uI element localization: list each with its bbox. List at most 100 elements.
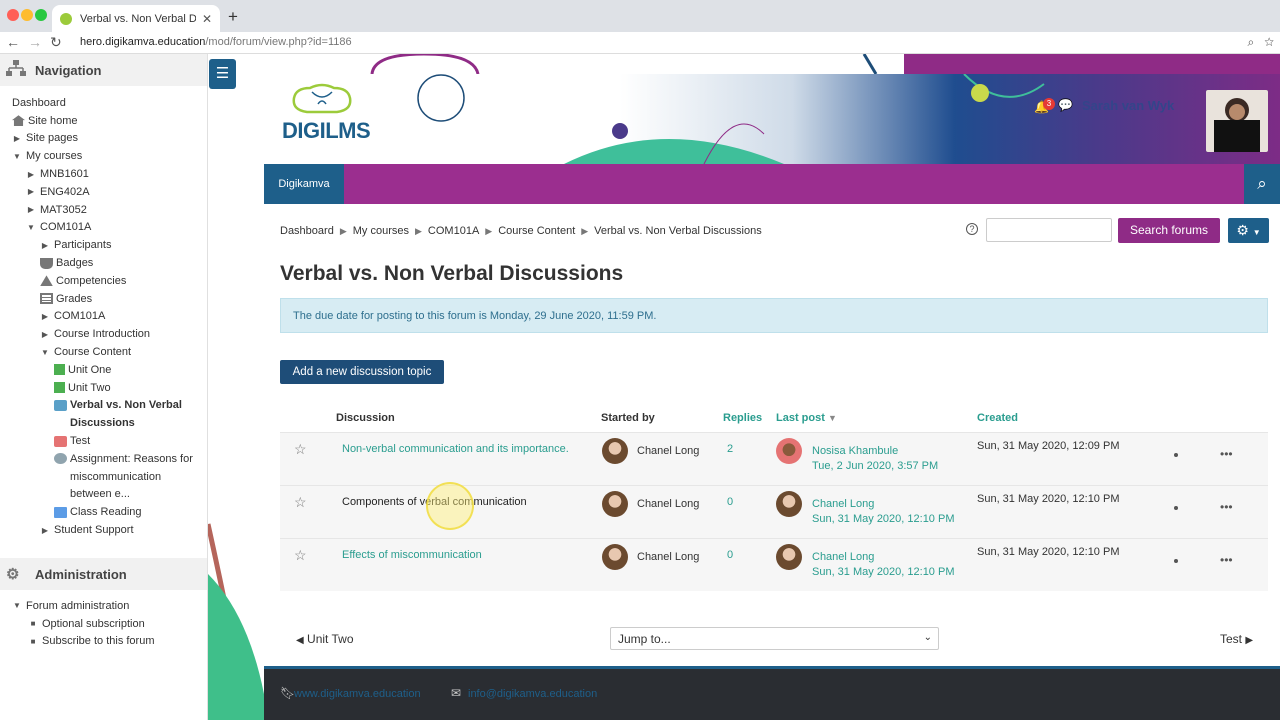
starter-name[interactable]: Chanel Long — [637, 551, 699, 563]
minimize-window-button[interactable] — [21, 9, 33, 21]
star-icon[interactable]: ☆ — [294, 547, 307, 564]
last-post-author[interactable]: Chanel Long — [812, 498, 874, 510]
replies-count[interactable]: 0 — [727, 496, 733, 508]
menu-brand-link[interactable]: Digikamva — [264, 164, 344, 204]
last-post-author[interactable]: Chanel Long — [812, 551, 874, 563]
message-icon[interactable]: 💬 — [1058, 98, 1073, 112]
search-icon[interactable]: ⌕ — [1244, 164, 1280, 204]
search-forums-input[interactable] — [986, 218, 1112, 242]
nav-label: Unit One — [68, 363, 112, 376]
last-post-date[interactable]: Sun, 31 May 2020, 12:10 PM — [812, 513, 954, 525]
avatar[interactable] — [776, 544, 802, 570]
footer-website-link[interactable]: www.digikamva.education — [294, 688, 421, 700]
nav-item-section[interactable]: ▼ Course Content — [0, 343, 207, 361]
close-window-button[interactable] — [7, 9, 19, 21]
nav-item-forum-current-cont[interactable]: Discussions — [0, 414, 207, 432]
breadcrumb-item[interactable]: Verbal vs. Non Verbal Discussions — [594, 225, 762, 237]
breadcrumb-item[interactable]: Dashboard — [280, 225, 334, 237]
assignment-icon — [54, 453, 67, 465]
star-icon[interactable]: ☆ — [294, 441, 307, 458]
more-actions-icon[interactable]: ••• — [1220, 447, 1233, 461]
nav-item-assignment[interactable]: Assignment: Reasons for — [0, 450, 207, 468]
nav-item-course[interactable]: ▶ MAT3052 — [0, 201, 207, 219]
nav-item-course[interactable]: ▶ MNB1601 — [0, 165, 207, 183]
more-actions-icon[interactable]: ••• — [1220, 553, 1233, 567]
last-post-author[interactable]: Nosisa Khambule — [812, 445, 898, 457]
forward-icon[interactable]: → — [28, 34, 42, 50]
column-header-last-post[interactable]: Last post ▼ — [776, 412, 837, 424]
nav-item-assignment-cont[interactable]: between e... — [0, 486, 207, 504]
nav-item-grades[interactable]: Grades — [0, 290, 207, 308]
nav-item-unit-two[interactable]: Unit Two — [0, 379, 207, 397]
nav-item-dashboard[interactable]: Dashboard — [0, 94, 207, 112]
nav-item-course[interactable]: ▶ ENG402A — [0, 183, 207, 201]
breadcrumb-item[interactable]: Course Content — [498, 225, 575, 237]
nav-label: Grades — [56, 292, 93, 305]
new-tab-icon[interactable]: + — [228, 7, 238, 27]
star-icon[interactable]: ☆ — [294, 494, 307, 511]
breadcrumb-item[interactable]: COM101A — [428, 225, 479, 237]
discussion-link[interactable]: Effects of miscommunication — [342, 549, 482, 561]
browser-tab[interactable]: Verbal vs. Non Verbal Discussio ✕ — [52, 5, 220, 32]
admin-item-forum-admin[interactable]: ▼ Forum administration — [0, 597, 207, 615]
zoom-icon[interactable]: ⌕ ☆ — [1247, 35, 1274, 50]
nav-label: Discussions — [70, 417, 135, 430]
breadcrumb-item[interactable]: My courses — [353, 225, 409, 237]
replies-count[interactable]: 0 — [727, 549, 733, 561]
add-discussion-button[interactable]: Add a new discussion topic — [280, 360, 444, 384]
nav-item-participants[interactable]: ▶ Participants — [0, 236, 207, 254]
nav-item-student-support[interactable]: ▶ Student Support — [0, 521, 207, 539]
search-forums-button[interactable]: Search forums — [1118, 218, 1220, 243]
site-logo[interactable]: DIGILMS — [282, 118, 371, 144]
user-menu-name[interactable]: Sarah van Wyk — [1082, 98, 1174, 113]
last-post-date[interactable]: Tue, 2 Jun 2020, 3:57 PM — [812, 460, 938, 472]
previous-activity-link[interactable]: ◀ Unit Two — [296, 632, 354, 646]
chevron-down-icon: ▼ — [41, 347, 49, 357]
sort-desc-icon: ▼ — [827, 413, 837, 423]
avatar[interactable] — [776, 438, 802, 464]
nav-item-section[interactable]: ▶ Course Introduction — [0, 325, 207, 343]
next-activity-link[interactable]: Test ▶ — [1220, 632, 1253, 646]
avatar[interactable] — [602, 438, 628, 464]
maximize-window-button[interactable] — [35, 9, 47, 21]
nav-item-course-current[interactable]: ▼ COM101A — [0, 219, 207, 237]
starter-name[interactable]: Chanel Long — [637, 445, 699, 457]
jump-to-select[interactable]: Jump to... ⌄ — [610, 627, 939, 650]
main-region: ☰ DIGILMS 🔔 3 💬 Sarah van Wyk Digikamva … — [208, 54, 1280, 720]
close-tab-icon[interactable]: ✕ — [202, 12, 212, 26]
admin-item-subscribe[interactable]: ■ Subscribe to this forum — [0, 633, 207, 651]
avatar[interactable] — [602, 544, 628, 570]
nav-item-site-home[interactable]: Site home — [0, 112, 207, 130]
reload-icon[interactable]: ↻ — [50, 34, 62, 51]
nav-item-my-courses[interactable]: ▼ My courses — [0, 147, 207, 165]
help-icon[interactable]: ? — [966, 223, 978, 235]
nav-item-badges[interactable]: Badges — [0, 254, 207, 272]
replies-count[interactable]: 2 — [727, 443, 733, 455]
nav-item-test[interactable]: Test — [0, 432, 207, 450]
nav-item-site-pages[interactable]: ▶ Site pages — [0, 130, 207, 148]
admin-item-optional-subscription[interactable]: ■ Optional subscription — [0, 615, 207, 633]
back-icon[interactable]: ← — [6, 34, 20, 50]
nav-item-forum-current[interactable]: Verbal vs. Non Verbal — [0, 397, 207, 415]
nav-label: COM101A — [54, 310, 106, 323]
last-post-date[interactable]: Sun, 31 May 2020, 12:10 PM — [812, 566, 954, 578]
nav-item-class-reading[interactable]: Class Reading — [0, 503, 207, 521]
url-field[interactable]: hero.digikamva.education/mod/forum/view.… — [80, 36, 352, 48]
column-header-replies[interactable]: Replies — [723, 412, 762, 424]
nav-item-assignment-cont[interactable]: miscommunication — [0, 468, 207, 486]
nav-item-competencies[interactable]: Competencies — [0, 272, 207, 290]
avatar[interactable] — [776, 491, 802, 517]
nav-item-unit-one[interactable]: Unit One — [0, 361, 207, 379]
chevron-down-icon: ⌄ — [923, 632, 932, 643]
logo-lms: LMS — [325, 118, 371, 143]
user-avatar[interactable] — [1206, 90, 1268, 152]
nav-item-section[interactable]: ▶ COM101A — [0, 308, 207, 326]
drawer-toggle-button[interactable]: ☰ — [209, 59, 236, 89]
footer-email-link[interactable]: info@digikamva.education — [468, 688, 597, 700]
settings-menu-button[interactable]: ⚙ ▼ — [1228, 218, 1269, 243]
column-header-created[interactable]: Created — [977, 412, 1018, 424]
avatar[interactable] — [602, 491, 628, 517]
more-actions-icon[interactable]: ••• — [1220, 500, 1233, 514]
starter-name[interactable]: Chanel Long — [637, 498, 699, 510]
discussion-link[interactable]: Non-verbal communication and its importa… — [342, 443, 569, 455]
